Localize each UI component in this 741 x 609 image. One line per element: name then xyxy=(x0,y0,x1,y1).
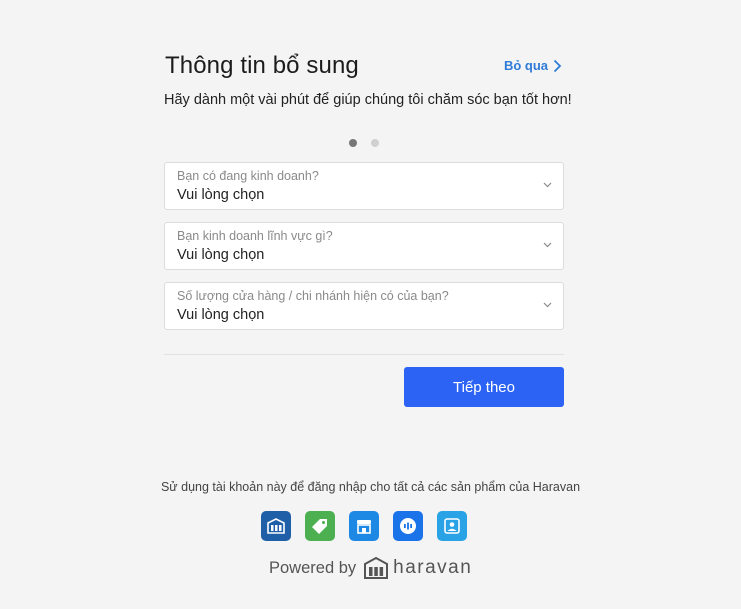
chevron-down-icon xyxy=(543,242,552,248)
field-label: Bạn kinh doanh lĩnh vực gì? xyxy=(177,229,333,243)
chat-icon xyxy=(400,518,416,534)
divider xyxy=(164,354,564,355)
chat-app-icon[interactable] xyxy=(393,511,423,541)
page-subtitle: Hãy dành một vài phút để giúp chúng tôi … xyxy=(164,92,572,108)
contact-icon xyxy=(444,518,460,534)
next-button[interactable]: Tiếp theo xyxy=(404,367,564,407)
field-label: Bạn có đang kinh doanh? xyxy=(177,169,319,183)
powered-by-text: Powered by xyxy=(269,558,357,577)
chevron-down-icon xyxy=(543,182,552,188)
skip-label: Bỏ qua xyxy=(503,58,548,73)
haravan-logo-icon xyxy=(364,556,389,579)
field-value: Vui lòng chọn xyxy=(177,307,265,323)
chevron-down-icon xyxy=(543,302,552,308)
brand-name: haravan xyxy=(393,557,473,578)
store-app-icon[interactable] xyxy=(349,511,379,541)
haravan-brand: haravan xyxy=(362,556,472,580)
tag-icon xyxy=(312,519,327,534)
business-industry-select[interactable]: Bạn kinh doanh lĩnh vực gì? Vui lòng chọ… xyxy=(164,222,564,270)
page-title: Thông tin bổ sung xyxy=(165,52,359,79)
haravan-app-icon[interactable] xyxy=(261,511,291,541)
powered-by: Powered by haravan xyxy=(269,554,472,582)
haravan-logo-icon xyxy=(267,518,285,534)
chevron-right-icon xyxy=(553,59,562,72)
tag-app-icon[interactable] xyxy=(305,511,335,541)
skip-link[interactable]: Bỏ qua xyxy=(504,58,562,73)
contact-app-icon[interactable] xyxy=(437,511,467,541)
footer-note: Sử dụng tài khoản này để đăng nhập cho t… xyxy=(160,480,581,494)
step-indicator xyxy=(349,139,379,147)
app-icons xyxy=(261,511,467,541)
step-dot-1 xyxy=(349,139,357,147)
field-label: Số lượng cửa hàng / chi nhánh hiện có củ… xyxy=(177,289,449,303)
store-icon xyxy=(357,520,371,534)
step-dot-2 xyxy=(371,139,379,147)
store-count-select[interactable]: Số lượng cửa hàng / chi nhánh hiện có củ… xyxy=(164,282,564,330)
business-status-select[interactable]: Bạn có đang kinh doanh? Vui lòng chọn xyxy=(164,162,564,210)
field-value: Vui lòng chọn xyxy=(177,187,265,203)
header: Thông tin bổ sung Bỏ qua xyxy=(164,52,564,82)
field-value: Vui lòng chọn xyxy=(177,247,265,263)
